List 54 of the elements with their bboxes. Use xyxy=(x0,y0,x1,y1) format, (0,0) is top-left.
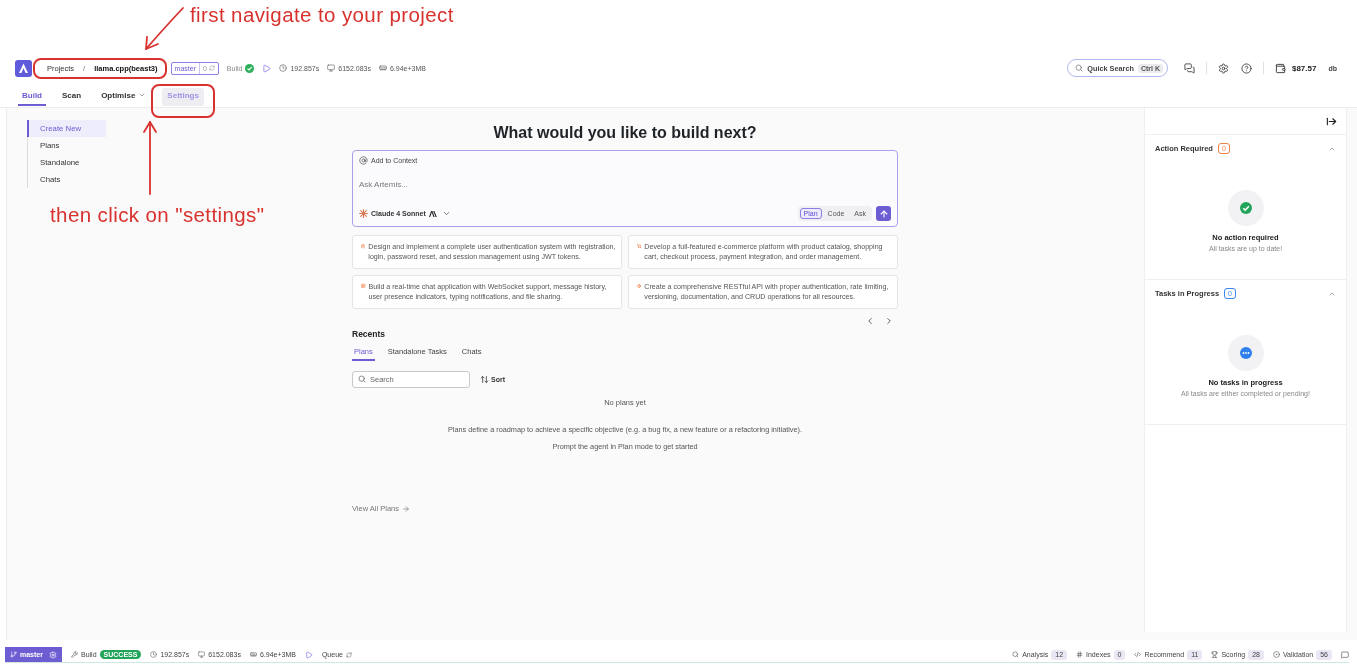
nav-tab[interactable]: Scan xyxy=(58,87,86,106)
nav-tab[interactable]: Build xyxy=(18,87,46,106)
nav-tab[interactable]: Optimise xyxy=(97,87,151,106)
lock-icon xyxy=(361,242,366,250)
code-icon xyxy=(1134,651,1142,658)
logo-icon xyxy=(428,210,437,217)
trophy-icon xyxy=(1211,651,1219,658)
refresh-icon xyxy=(208,65,215,71)
diamond-icon xyxy=(637,282,642,290)
section-heading: Recents xyxy=(352,329,387,339)
chat-icon[interactable] xyxy=(1183,62,1195,74)
clock-icon xyxy=(150,651,158,658)
search-icon xyxy=(1075,64,1084,72)
next-button[interactable] xyxy=(884,316,894,326)
sparkle-icon xyxy=(359,209,368,218)
balance-amount: $87.57 xyxy=(1291,63,1317,73)
prompt-field[interactable]: Ask Artemis... xyxy=(359,176,891,192)
chevron-right-icon xyxy=(884,316,894,326)
ellipsis-icon xyxy=(1227,335,1264,371)
settings-icon[interactable] xyxy=(1217,62,1229,74)
branch-icon xyxy=(10,651,17,658)
logo-icon[interactable] xyxy=(15,59,32,77)
clock-icon xyxy=(279,64,288,72)
search-icon xyxy=(358,375,366,383)
chat-icon[interactable] xyxy=(1341,650,1349,659)
collapse-icon[interactable] xyxy=(1326,115,1337,127)
chevron-down-icon xyxy=(441,209,451,218)
monitor-icon xyxy=(327,64,336,72)
annotation-arrow xyxy=(142,6,186,52)
settings-icon xyxy=(48,650,57,659)
hash-icon xyxy=(1076,651,1084,658)
monitor-icon xyxy=(198,651,206,658)
page-heading: What would you like to build next? xyxy=(492,123,758,143)
sort-icon xyxy=(480,375,489,384)
memory-icon xyxy=(249,651,257,658)
circle-dot-icon xyxy=(1272,651,1280,658)
arrow-right-icon xyxy=(402,504,410,513)
refresh-icon xyxy=(345,651,352,658)
chat-icon xyxy=(361,282,366,290)
chevron-left-icon xyxy=(865,316,875,326)
previous-button[interactable] xyxy=(865,316,875,326)
memory-icon xyxy=(378,64,387,72)
at-sign-icon xyxy=(359,156,368,165)
send-button[interactable] xyxy=(876,206,891,221)
annotation-text: then click on "settings" xyxy=(50,203,265,227)
annotation-text: first navigate to your project xyxy=(190,3,454,27)
arrow-up-icon xyxy=(878,208,889,219)
cart-icon xyxy=(637,242,642,250)
help-icon[interactable] xyxy=(1240,62,1252,74)
wrench-icon xyxy=(70,651,78,658)
search-icon xyxy=(1012,651,1020,658)
chevron-down-icon xyxy=(138,91,147,99)
check-icon xyxy=(1227,190,1264,226)
wallet-icon[interactable] xyxy=(1274,62,1286,74)
